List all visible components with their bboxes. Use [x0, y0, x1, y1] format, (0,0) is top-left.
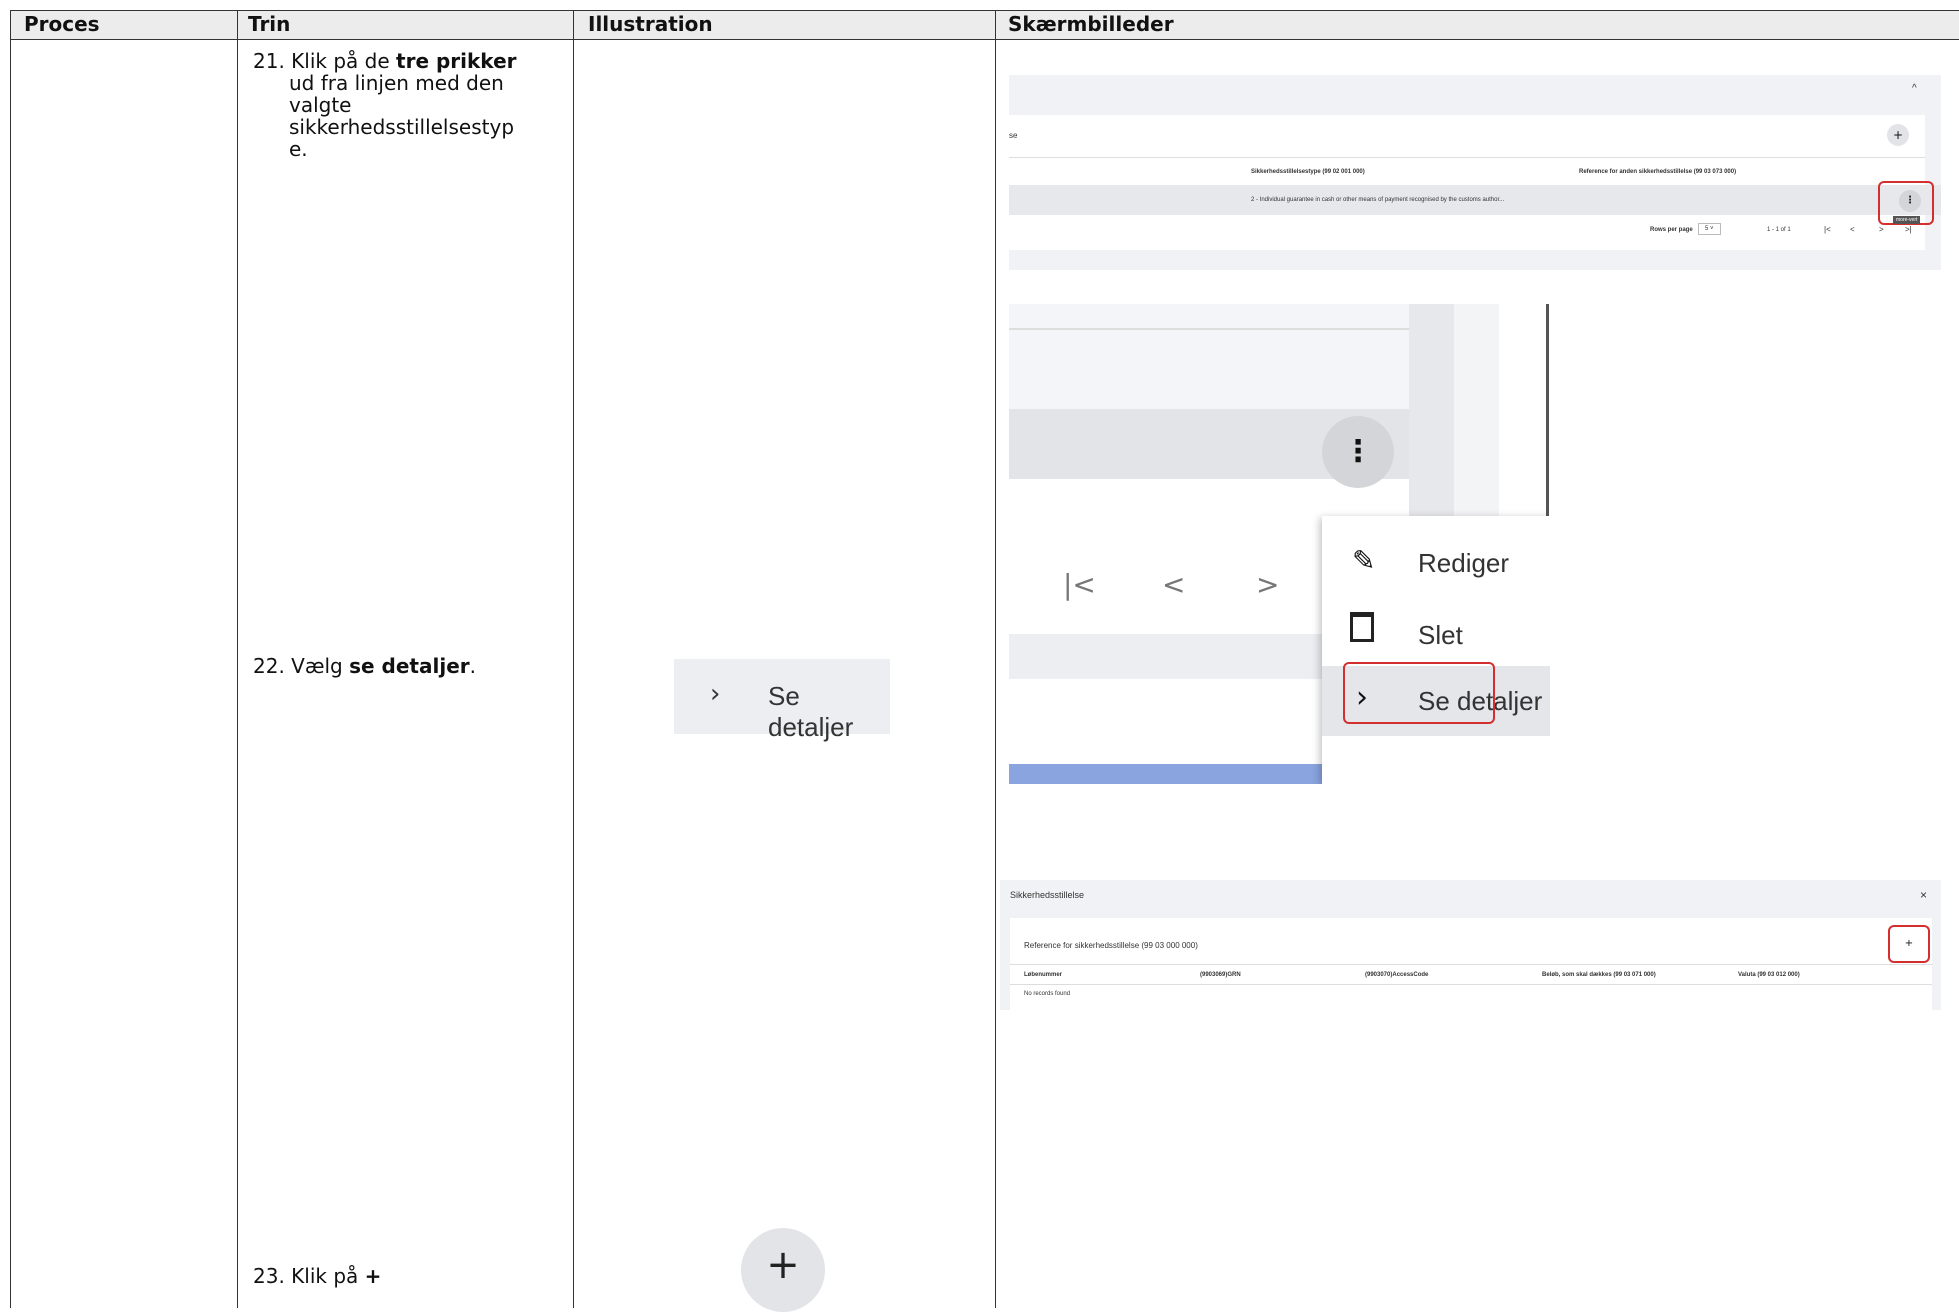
- screenshot-guarantee-list: ^ se + Sikkerhedsstillelsestype (99 02 0…: [1009, 75, 1941, 270]
- highlight-se-detaljer: [1343, 662, 1495, 724]
- header-trin: Trin: [248, 12, 291, 36]
- step-22: 22. Vælg se detaljer.: [253, 654, 476, 678]
- col-header-reference: Reference for anden sikkerhedsstillelse …: [1579, 169, 1737, 175]
- chevron-up-icon: ^: [1912, 83, 1917, 94]
- context-menu: ✎ Rediger Slet › Se detaljer: [1322, 516, 1550, 784]
- first-page-icon[interactable]: |<: [1824, 225, 1831, 234]
- pencil-icon: ✎: [1352, 544, 1376, 577]
- menu-item-rediger[interactable]: ✎ Rediger: [1322, 532, 1550, 594]
- col-header: Valuta (99 03 012 000): [1738, 972, 1800, 978]
- dialog-title: Sikkerhedsstillelse: [1010, 890, 1085, 900]
- illustration-plus: +: [729, 1220, 841, 1312]
- plus-icon: +: [766, 1242, 800, 1288]
- pagination-range: 1 - 1 of 1: [1767, 227, 1791, 233]
- first-page-icon[interactable]: |<: [1063, 568, 1096, 601]
- menu-item-slet[interactable]: Slet: [1322, 604, 1550, 666]
- panel-title: se: [1009, 131, 1018, 140]
- close-icon[interactable]: ×: [1920, 888, 1927, 902]
- add-button[interactable]: +: [1887, 124, 1909, 146]
- empty-message: No records found: [1024, 991, 1071, 997]
- col-header: (9903069)GRN: [1200, 972, 1241, 978]
- header-skaermbilleder: Skærmbilleder: [1008, 12, 1174, 36]
- illustration-se-detaljer: › Se detaljer: [674, 659, 890, 742]
- col-header: (9903070)AccessCode: [1365, 972, 1429, 978]
- rows-per-page-label: Rows per page: [1650, 227, 1693, 233]
- screenshot-details: Sikkerhedsstillelse × Reference for sikk…: [1000, 880, 1941, 1010]
- screenshot-row-menu: ⋮ |< < > ✎ Rediger Slet › Se detaljer: [1009, 304, 1550, 784]
- step-21: 21. Klik på de tre prikker ud fra linjen…: [253, 49, 517, 161]
- plus-button: +: [741, 1228, 825, 1312]
- prev-page-icon[interactable]: <: [1850, 225, 1855, 234]
- col-header: Beløb, som skal dækkes (99 03 071 000): [1542, 972, 1656, 978]
- row-value: 2 - Individual guarantee in cash or othe…: [1251, 197, 1505, 203]
- prev-page-icon[interactable]: <: [1162, 568, 1185, 601]
- col-header: Løbenummer: [1024, 972, 1063, 978]
- step-23: 23. Klik på +: [253, 1264, 382, 1288]
- header-illustration: Illustration: [588, 12, 713, 36]
- last-page-icon[interactable]: >|: [1905, 225, 1912, 234]
- col-header-type: Sikkerhedsstillelsestype (99 02 001 000): [1251, 169, 1365, 175]
- tooltip: more-vert: [1893, 216, 1921, 224]
- header-proces: Proces: [24, 12, 100, 36]
- panel-subtitle: Reference for sikkerhedsstillelse (99 03…: [1024, 941, 1198, 950]
- next-page-icon[interactable]: >: [1256, 568, 1279, 601]
- next-page-icon[interactable]: >: [1879, 225, 1884, 234]
- add-button[interactable]: +: [1888, 925, 1930, 963]
- trash-icon: [1350, 612, 1374, 642]
- rows-per-page-select[interactable]: 5 ˅: [1698, 223, 1721, 235]
- table-header: [10, 10, 1959, 39]
- chevron-right-icon: ›: [710, 679, 721, 709]
- se-detaljer-label: Se detaljer: [768, 681, 854, 742]
- more-vert-button[interactable]: ⋮: [1322, 416, 1394, 488]
